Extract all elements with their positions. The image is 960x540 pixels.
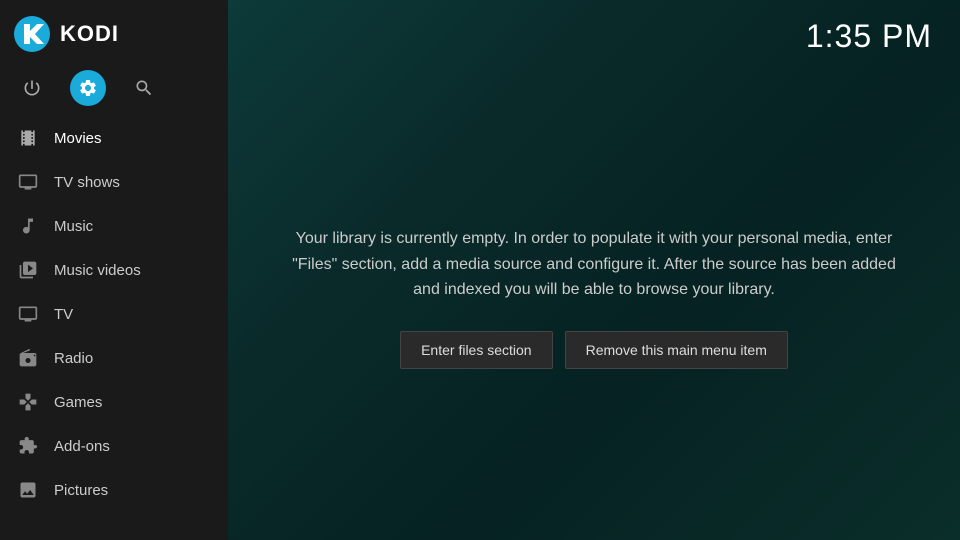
enter-files-button[interactable]: Enter files section	[400, 331, 553, 369]
radio-label: Radio	[54, 350, 93, 367]
sidebar-item-pictures[interactable]: Pictures	[0, 468, 228, 512]
sidebar-item-tv[interactable]: TV	[0, 292, 228, 336]
sidebar-item-addons[interactable]: Add-ons	[0, 424, 228, 468]
music-label: Music	[54, 218, 93, 235]
power-button[interactable]	[14, 70, 50, 106]
music-icon	[16, 214, 40, 238]
sidebar-item-tvshows[interactable]: TV shows	[0, 160, 228, 204]
addons-label: Add-ons	[54, 438, 110, 455]
tvshows-label: TV shows	[54, 174, 120, 191]
search-button[interactable]	[126, 70, 162, 106]
tv-icon	[16, 302, 40, 326]
musicvideos-label: Music videos	[54, 262, 141, 279]
main-nav: Movies TV shows Music Music videos	[0, 116, 228, 540]
games-icon	[16, 390, 40, 414]
pictures-icon	[16, 478, 40, 502]
sidebar-item-musicvideos[interactable]: Music videos	[0, 248, 228, 292]
movies-icon	[16, 126, 40, 150]
clock-display: 1:35 PM	[806, 18, 932, 55]
sidebar-icon-bar	[0, 64, 228, 116]
content-center: Your library is currently empty. In orde…	[228, 55, 960, 540]
action-buttons: Enter files section Remove this main men…	[400, 331, 788, 369]
kodi-logo	[14, 16, 50, 52]
musicvideos-icon	[16, 258, 40, 282]
sidebar-item-movies[interactable]: Movies	[0, 116, 228, 160]
sidebar: KODI Movies TV shows	[0, 0, 228, 540]
empty-library-message: Your library is currently empty. In orde…	[288, 226, 900, 303]
settings-button[interactable]	[70, 70, 106, 106]
app-header: KODI	[0, 0, 228, 64]
app-title: KODI	[60, 21, 119, 47]
sidebar-item-music[interactable]: Music	[0, 204, 228, 248]
sidebar-item-games[interactable]: Games	[0, 380, 228, 424]
movies-label: Movies	[54, 130, 102, 147]
top-bar: 1:35 PM	[228, 0, 960, 55]
main-content: 1:35 PM Your library is currently empty.…	[228, 0, 960, 540]
games-label: Games	[54, 394, 102, 411]
addons-icon	[16, 434, 40, 458]
remove-menu-item-button[interactable]: Remove this main menu item	[565, 331, 788, 369]
tvshows-icon	[16, 170, 40, 194]
radio-icon	[16, 346, 40, 370]
tv-label: TV	[54, 306, 73, 323]
sidebar-item-radio[interactable]: Radio	[0, 336, 228, 380]
pictures-label: Pictures	[54, 482, 108, 499]
